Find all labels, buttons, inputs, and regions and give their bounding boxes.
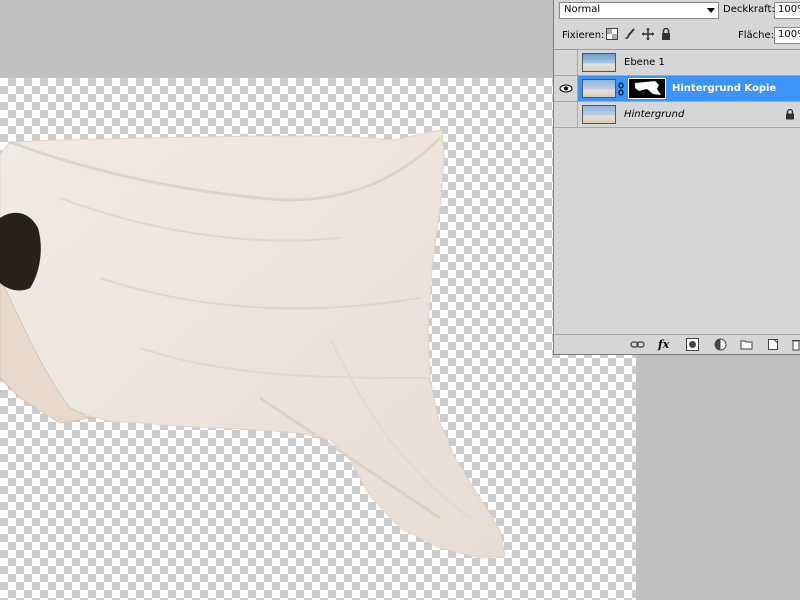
mask-link-icon[interactable] [618, 82, 624, 96]
lock-all-icon[interactable] [660, 27, 672, 40]
layer-thumbnail [582, 79, 616, 98]
lock-transparency-icon[interactable] [606, 28, 618, 40]
fx-icon[interactable]: fx [658, 338, 672, 351]
layer-mask-thumbnail[interactable] [628, 78, 666, 99]
fabric-cutout-image [0, 129, 506, 559]
lock-label: Fixieren: [562, 30, 605, 41]
visibility-toggle[interactable] [554, 102, 578, 127]
layer-thumbnail [582, 53, 616, 72]
layer-name: Hintergrund [624, 109, 685, 120]
layer-name: Ebene 1 [624, 57, 665, 68]
adjustment-layer-icon[interactable] [714, 338, 728, 351]
opacity-label: Deckkraft: [723, 4, 775, 15]
layer-row-hintergrund-kopie[interactable]: Hintergrund Kopie [554, 76, 800, 102]
dropdown-arrow-icon [707, 8, 715, 13]
layer-thumbnail [582, 105, 616, 124]
layers-panel-footer: fx [554, 334, 800, 354]
link-layers-icon[interactable] [630, 338, 645, 351]
opacity-input[interactable]: 100% [774, 2, 800, 19]
fill-label: Fläche: [738, 30, 775, 41]
visibility-toggle[interactable] [554, 76, 578, 101]
add-mask-icon[interactable] [686, 338, 700, 351]
blend-mode-value: Normal [564, 4, 601, 15]
fill-input[interactable]: 100% [774, 27, 800, 44]
lock-brush-icon[interactable] [624, 28, 636, 40]
document-canvas[interactable] [0, 78, 636, 600]
delete-icon[interactable] [792, 338, 800, 351]
layer-lock-icon [785, 108, 795, 120]
visibility-toggle[interactable] [554, 50, 578, 75]
lock-move-icon[interactable] [642, 28, 654, 40]
workspace-background [636, 356, 800, 600]
new-group-icon[interactable] [740, 338, 754, 351]
layer-row-ebene-1[interactable]: Ebene 1 [554, 50, 800, 76]
layer-row-hintergrund[interactable]: Hintergrund [554, 102, 800, 128]
layer-name: Hintergrund Kopie [672, 83, 777, 94]
layers-panel: Normal Deckkraft: 100% Fixieren: Fläche:… [553, 0, 800, 355]
eye-icon [559, 84, 573, 93]
new-layer-icon[interactable] [767, 338, 781, 351]
layer-list: Ebene 1 Hintergrund Kopie Hintergrund [554, 49, 800, 335]
blend-mode-select[interactable]: Normal [559, 2, 719, 19]
